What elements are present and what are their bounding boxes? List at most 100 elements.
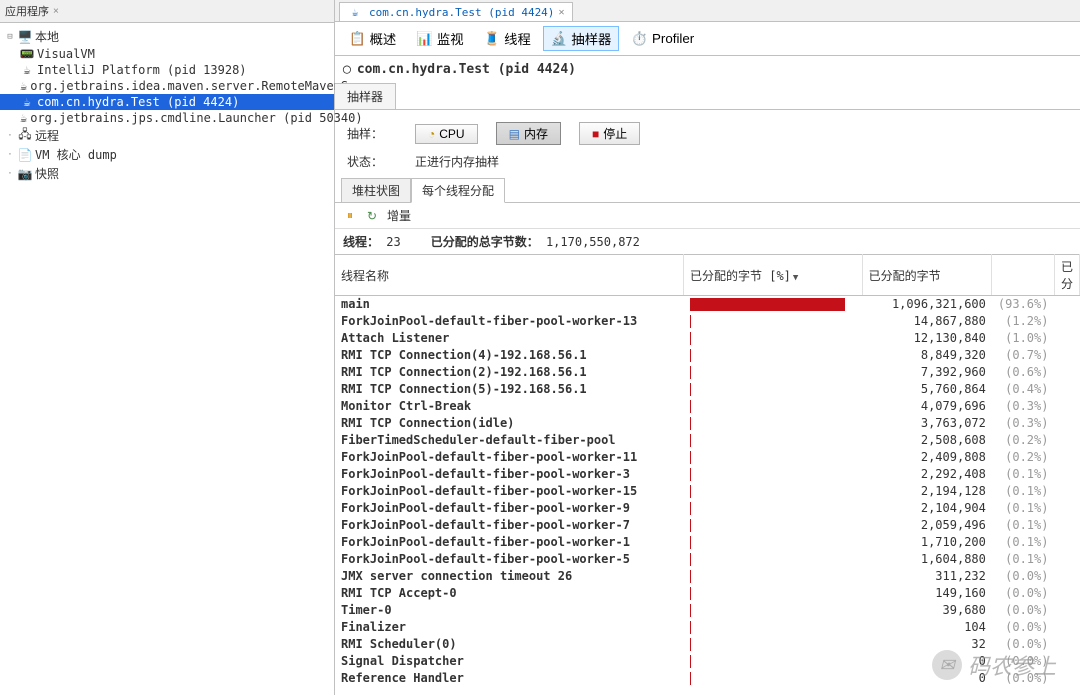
sampler-sub-tab[interactable]: 抽样器: [335, 83, 396, 109]
tab-monitor[interactable]: 📊监视: [408, 26, 471, 51]
cell-bytes: 2,104,904: [862, 500, 992, 517]
cell-thread-name: ForkJoinPool-default-fiber-pool-worker-3: [335, 466, 684, 483]
col-thread-name[interactable]: 线程名称: [335, 255, 684, 296]
table-row[interactable]: RMI TCP Connection(5)-192.168.56.15,760,…: [335, 381, 1080, 398]
table-row[interactable]: Signal Dispatcher0(0.0%): [335, 653, 1080, 670]
stop-button[interactable]: ■ 停止: [579, 122, 640, 145]
document-tab-bar: ☕ com.cn.hydra.Test (pid 4424) ✕: [335, 0, 1080, 22]
cell-thread-name: ForkJoinPool-default-fiber-pool-worker-1: [335, 534, 684, 551]
thread-allocation-table: 线程名称 已分配的字节 [%]▼ 已分配的字节 已分 main1,096,321…: [335, 254, 1080, 687]
table-row[interactable]: Finalizer 104(0.0%): [335, 619, 1080, 636]
table-row[interactable]: FiberTimedScheduler-default-fiber-pool2,…: [335, 432, 1080, 449]
cell-bar: [684, 517, 863, 534]
threads-value: 23: [386, 235, 400, 249]
pause-icon[interactable]: ⏸: [343, 209, 357, 223]
cell-bytes: 32: [862, 636, 992, 653]
cell-bar: [684, 296, 863, 313]
cell-percent: (0.0%): [992, 602, 1055, 619]
cell-percent: (0.7%): [992, 347, 1055, 364]
tree-node-remote[interactable]: · 🖧 远程: [0, 126, 334, 145]
cell-bar: [684, 619, 863, 636]
tab-overview[interactable]: 📋概述: [341, 26, 404, 51]
table-row[interactable]: RMI TCP Connection(4)-192.168.56.18,849,…: [335, 347, 1080, 364]
cell-percent: (1.0%): [992, 330, 1055, 347]
cell-bar: [684, 398, 863, 415]
tab-heap-histogram[interactable]: 堆柱状图: [341, 178, 411, 203]
table-row[interactable]: ForkJoinPool-default-fiber-pool-worker-3…: [335, 466, 1080, 483]
cell-bytes: 2,292,408: [862, 466, 992, 483]
snapshot-icon: 📷: [18, 167, 32, 181]
cell-bar: [684, 313, 863, 330]
tab-thread-allocation[interactable]: 每个线程分配: [411, 178, 505, 203]
cell-bytes: 12,130,840: [862, 330, 992, 347]
tab-sampler[interactable]: 🔬抽样器: [543, 26, 620, 51]
table-row[interactable]: RMI Scheduler(0)32(0.0%): [335, 636, 1080, 653]
col-allocated-percent[interactable]: 已分配的字节 [%]▼: [684, 255, 863, 296]
cell-percent: (0.1%): [992, 534, 1055, 551]
cell-bar: [684, 415, 863, 432]
table-row[interactable]: Timer-039,680(0.0%): [335, 602, 1080, 619]
cell-bytes: 5,760,864: [862, 381, 992, 398]
table-row[interactable]: ForkJoinPool-default-fiber-pool-worker-1…: [335, 313, 1080, 330]
tree-node-launcher[interactable]: ☕ org.jetbrains.jps.cmdline.Launcher (pi…: [0, 110, 334, 126]
total-bytes-value: 1,170,550,872: [546, 235, 640, 249]
cell-bar: [684, 432, 863, 449]
cell-percent: (0.3%): [992, 398, 1055, 415]
cell-bytes: 311,232: [862, 568, 992, 585]
leaf-icon: ·: [4, 150, 16, 160]
tree-node-intellij[interactable]: ☕ IntelliJ Platform (pid 13928): [0, 62, 334, 78]
cell-bytes: 0: [862, 653, 992, 670]
tree-node-hydra[interactable]: ☕ com.cn.hydra.Test (pid 4424): [0, 94, 334, 110]
refresh-icon[interactable]: ↻: [365, 209, 379, 223]
table-row[interactable]: Reference Handler0(0.0%): [335, 670, 1080, 687]
cell-bytes: 104: [862, 619, 992, 636]
table-row[interactable]: ForkJoinPool-default-fiber-pool-worker-1…: [335, 534, 1080, 551]
close-icon[interactable]: ✕: [558, 7, 564, 18]
cell-thread-name: Finalizer: [335, 619, 684, 636]
cell-percent: (0.0%): [992, 568, 1055, 585]
close-icon[interactable]: ×: [53, 6, 59, 17]
cell-percent: (0.0%): [992, 636, 1055, 653]
tree-node-snapshot[interactable]: · 📷 快照: [0, 164, 334, 183]
table-row[interactable]: Monitor Ctrl-Break4,079,696(0.3%): [335, 398, 1080, 415]
table-row[interactable]: Attach Listener12,130,840(1.0%): [335, 330, 1080, 347]
cell-percent: (93.6%): [992, 296, 1055, 313]
table-row[interactable]: ForkJoinPool-default-fiber-pool-worker-5…: [335, 551, 1080, 568]
table-row[interactable]: RMI TCP Connection(idle)3,763,072(0.3%): [335, 415, 1080, 432]
memory-icon: ▤: [509, 127, 520, 141]
java-icon: ☕: [20, 63, 34, 77]
document-tab[interactable]: ☕ com.cn.hydra.Test (pid 4424) ✕: [339, 2, 573, 21]
table-row[interactable]: ForkJoinPool-default-fiber-pool-worker-9…: [335, 500, 1080, 517]
tree-node-maven[interactable]: ☕ org.jetbrains.idea.maven.server.Remote…: [0, 78, 334, 94]
col-more[interactable]: 已分: [1054, 255, 1079, 296]
tab-threads[interactable]: 🧵线程: [476, 26, 539, 51]
tab-profiler[interactable]: ⏱️Profiler: [623, 26, 702, 51]
cell-percent: (0.0%): [992, 670, 1055, 687]
panel-tab[interactable]: 应用程序 ×: [0, 0, 334, 23]
col-allocated-bytes[interactable]: 已分配的字节: [862, 255, 992, 296]
cell-bar: [684, 381, 863, 398]
refresh-icon[interactable]: ◯: [343, 62, 351, 77]
cell-percent: (0.4%): [992, 381, 1055, 398]
incremental-label: 增量: [387, 207, 411, 224]
table-row[interactable]: RMI TCP Connection(2)-192.168.56.17,392,…: [335, 364, 1080, 381]
cell-percent: (0.0%): [992, 619, 1055, 636]
table-row[interactable]: RMI TCP Accept-0149,160(0.0%): [335, 585, 1080, 602]
table-row[interactable]: ForkJoinPool-default-fiber-pool-worker-1…: [335, 483, 1080, 500]
cell-bar: [684, 568, 863, 585]
cell-thread-name: ForkJoinPool-default-fiber-pool-worker-7: [335, 517, 684, 534]
page-title: com.cn.hydra.Test (pid 4424): [357, 62, 576, 77]
table-row[interactable]: main1,096,321,600(93.6%): [335, 296, 1080, 313]
table-row[interactable]: ForkJoinPool-default-fiber-pool-worker-1…: [335, 449, 1080, 466]
table-row[interactable]: ForkJoinPool-default-fiber-pool-worker-7…: [335, 517, 1080, 534]
tree-node-vm-core-dump[interactable]: · 📄 VM 核心 dump: [0, 145, 334, 164]
collapse-icon[interactable]: ⊟: [4, 32, 16, 42]
tree-node-visualvm[interactable]: 📟 VisualVM: [0, 46, 334, 62]
memory-button[interactable]: ▤ 内存: [496, 122, 561, 145]
table-row[interactable]: JMX server connection timeout 26311,232(…: [335, 568, 1080, 585]
cpu-button[interactable]: ◔ CPU: [415, 124, 478, 144]
cell-percent: (0.0%): [992, 653, 1055, 670]
tree-node-local[interactable]: ⊟ 🖥️ 本地: [0, 27, 334, 46]
java-icon: ☕: [348, 5, 362, 19]
java-icon: ☕: [20, 111, 27, 125]
